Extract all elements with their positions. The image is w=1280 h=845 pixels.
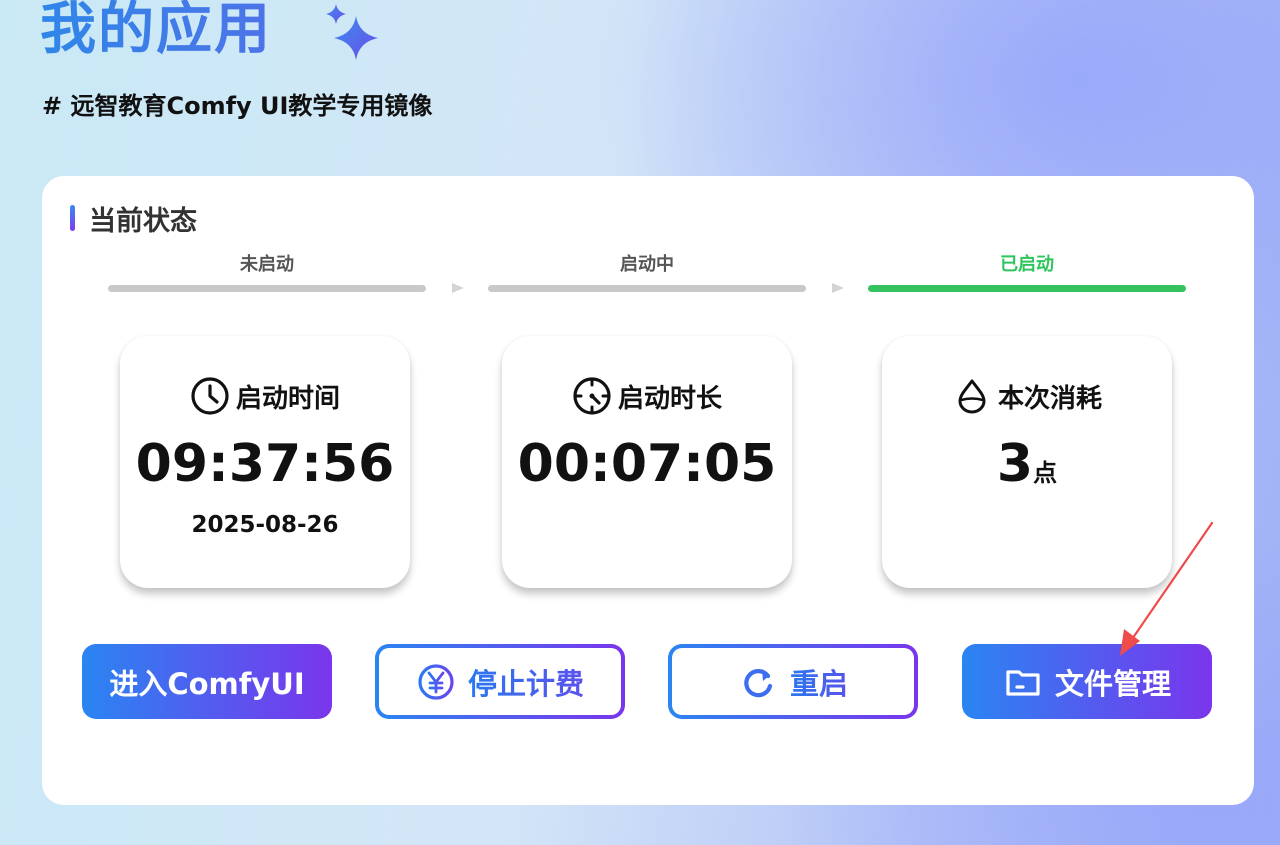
page-subtitle: # 远智教育Comfy UI教学专用镜像	[42, 92, 433, 120]
duration-card: 启动时长 00:07:05	[502, 336, 792, 588]
section-title: 当前状态	[89, 205, 197, 237]
step-arrow-icon	[452, 283, 464, 293]
step-not-started: 未启动	[108, 254, 426, 292]
step-label: 启动中	[620, 254, 674, 275]
duration-value: 00:07:05	[517, 434, 777, 494]
start-date-value: 2025-08-26	[191, 512, 339, 538]
start-time-card: 启动时间 09:37:56 2025-08-26	[120, 336, 410, 588]
start-time-value: 09:37:56	[135, 434, 395, 494]
step-bar	[868, 285, 1186, 292]
stat-label: 启动时间	[235, 383, 340, 414]
page-title: 我的应用	[40, 0, 272, 66]
button-label: 进入ComfyUI	[109, 666, 305, 701]
timer-icon	[573, 377, 611, 415]
clock-icon	[191, 377, 229, 415]
annotation-arrow-icon	[1120, 521, 1214, 656]
stop-billing-button[interactable]: 停止计费	[375, 644, 625, 719]
step-arrow-icon	[832, 283, 844, 293]
stat-label: 启动时长	[617, 383, 722, 414]
refresh-icon	[744, 668, 773, 697]
enter-comfyui-button[interactable]: 进入ComfyUI	[82, 644, 332, 719]
drop-icon	[958, 379, 986, 414]
stat-header: 启动时间	[120, 376, 410, 416]
folder-icon	[1006, 669, 1040, 696]
button-label: 文件管理	[1054, 666, 1171, 701]
step-started: 已启动	[868, 254, 1186, 292]
restart-button[interactable]: 重启	[668, 644, 918, 719]
consumption-unit: 点	[1033, 459, 1058, 487]
status-card: 当前状态 未启动 启动中 已启动 启动时间 09:37:56 2025-08-2…	[42, 176, 1254, 805]
step-starting: 启动中	[488, 254, 806, 292]
step-bar	[488, 285, 806, 292]
step-bar	[108, 285, 426, 292]
step-label: 已启动	[1000, 254, 1054, 275]
consumption-amount: 3	[996, 434, 1034, 494]
section-header: 当前状态	[70, 202, 197, 237]
sparkle-icon	[326, 4, 378, 60]
section-accent-bar	[70, 205, 75, 231]
button-label: 停止计费	[468, 661, 584, 703]
consumption-value: 3点	[882, 432, 1172, 505]
stat-label: 本次消耗	[997, 383, 1102, 414]
step-label: 未启动	[240, 254, 294, 275]
button-label: 重启	[790, 661, 848, 703]
yen-icon	[418, 663, 454, 700]
stat-header: 本次消耗	[882, 376, 1172, 416]
stat-header: 启动时长	[502, 376, 792, 416]
